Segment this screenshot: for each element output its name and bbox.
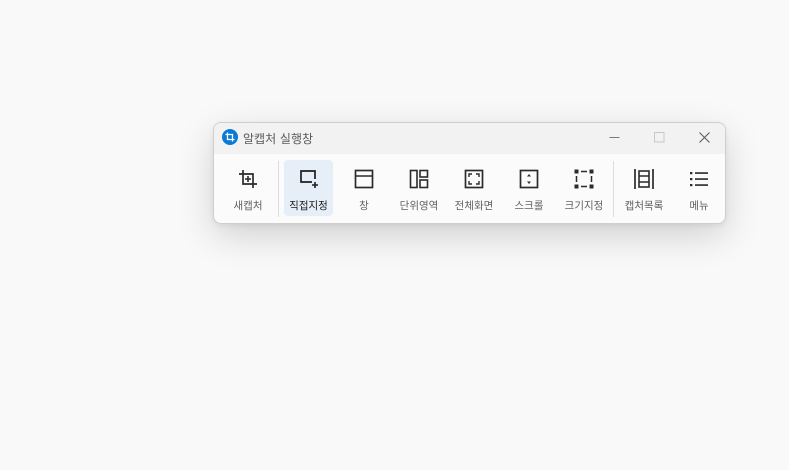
alcapture-window: 알캡처 실행창 새캡처 직접지정 창 단위영역 전체화면 스크롤 크기지정 캡처… [213,122,726,224]
fixed-size-button[interactable]: 크기지정 [559,160,609,216]
app-logo-icon [222,129,238,145]
crop-icon [239,170,257,188]
select-area-button[interactable]: 직접지정 [284,160,333,216]
menu-button[interactable]: 메뉴 [676,160,722,216]
window-icon [354,169,374,189]
fixed-size-label: 크기지정 [564,200,604,212]
unit-area-icon [409,169,429,189]
new-capture-label: 새캡처 [233,200,263,212]
toolbar-divider [613,161,614,217]
unit-area-button[interactable]: 단위영역 [395,160,443,216]
scroll-capture-button[interactable]: 스크롤 [505,160,553,216]
minimize-button[interactable] [592,123,637,153]
menu-label: 메뉴 [689,200,709,212]
capture-list-icon [634,169,654,189]
unit-area-label: 단위영역 [399,200,439,212]
capture-list-label: 캡처목록 [624,200,664,212]
new-capture-button[interactable]: 새캡처 [224,160,272,216]
select-area-icon [299,170,318,188]
window-title: 알캡처 실행창 [243,132,314,146]
title-bar[interactable]: 알캡처 실행창 [214,123,725,154]
capture-toolbar: 새캡처 직접지정 창 단위영역 전체화면 스크롤 크기지정 캡처목록 메뉴 [214,154,725,223]
scroll-capture-label: 스크롤 [514,200,544,212]
fullscreen-button[interactable]: 전체화면 [449,160,499,216]
fullscreen-icon [464,169,484,189]
select-area-label: 직접지정 [289,200,328,212]
minimize-icon [609,137,620,138]
window-capture-label: 창 [359,200,369,212]
menu-icon [690,172,708,187]
scroll-icon [519,169,539,189]
fullscreen-label: 전체화면 [454,200,494,212]
close-button[interactable] [682,123,725,153]
capture-list-button[interactable]: 캡처목록 [619,160,669,216]
close-icon [699,132,710,143]
maximize-button[interactable] [637,123,682,153]
fixed-size-icon [574,169,594,189]
toolbar-divider [278,161,279,217]
window-capture-button[interactable]: 창 [340,160,388,216]
maximize-icon [654,132,665,143]
